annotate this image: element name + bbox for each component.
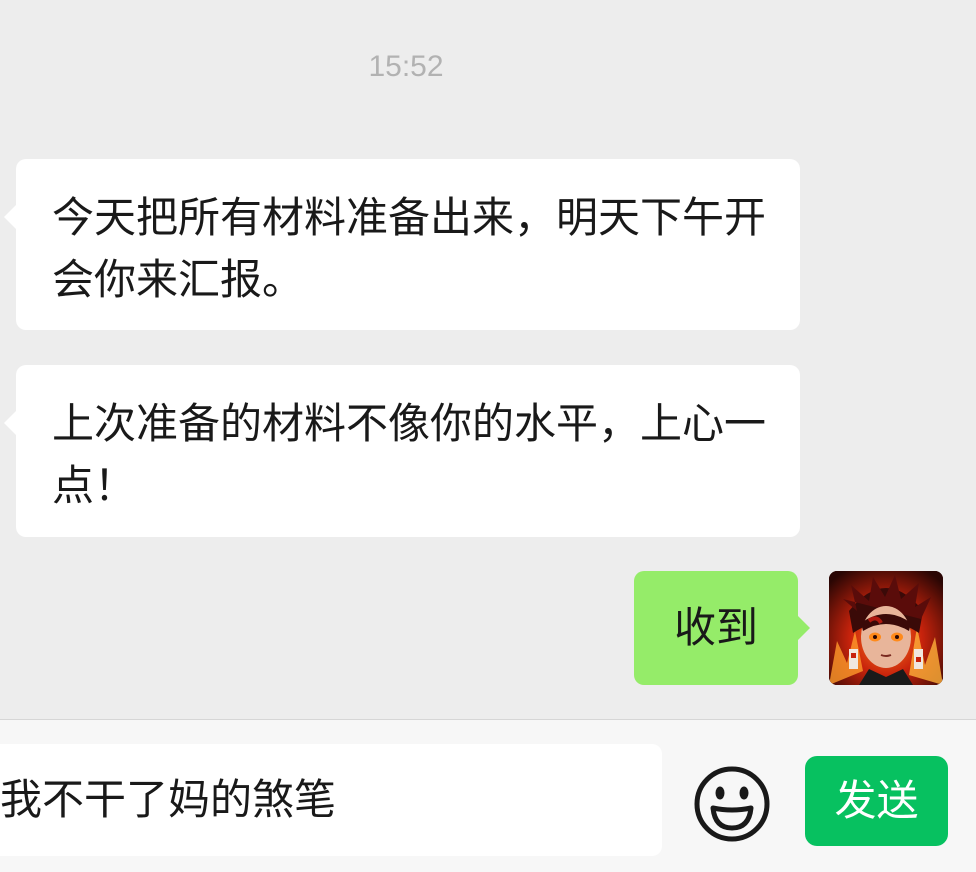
user-avatar[interactable] xyxy=(829,571,943,685)
avatar-portrait-icon xyxy=(829,571,943,685)
input-bar: 我不干了妈的煞笔 发送 xyxy=(0,719,976,872)
smiley-face-icon[interactable] xyxy=(692,764,772,844)
incoming-message-bubble[interactable]: 今天把所有材料准备出来，明天下午开会你来汇报。 xyxy=(4,159,800,330)
chat-area: 15:52 今天把所有材料准备出来，明天下午开会你来汇报。 上次准备的材料不像你… xyxy=(0,0,976,719)
outgoing-message-bubble[interactable]: 收到 xyxy=(634,571,810,685)
message-timestamp: 15:52 xyxy=(368,50,444,83)
send-button[interactable]: 发送 xyxy=(805,756,948,846)
message-input[interactable]: 我不干了妈的煞笔 xyxy=(0,744,662,856)
incoming-message-bubble[interactable]: 上次准备的材料不像你的水平，上心一点！ xyxy=(4,365,800,537)
